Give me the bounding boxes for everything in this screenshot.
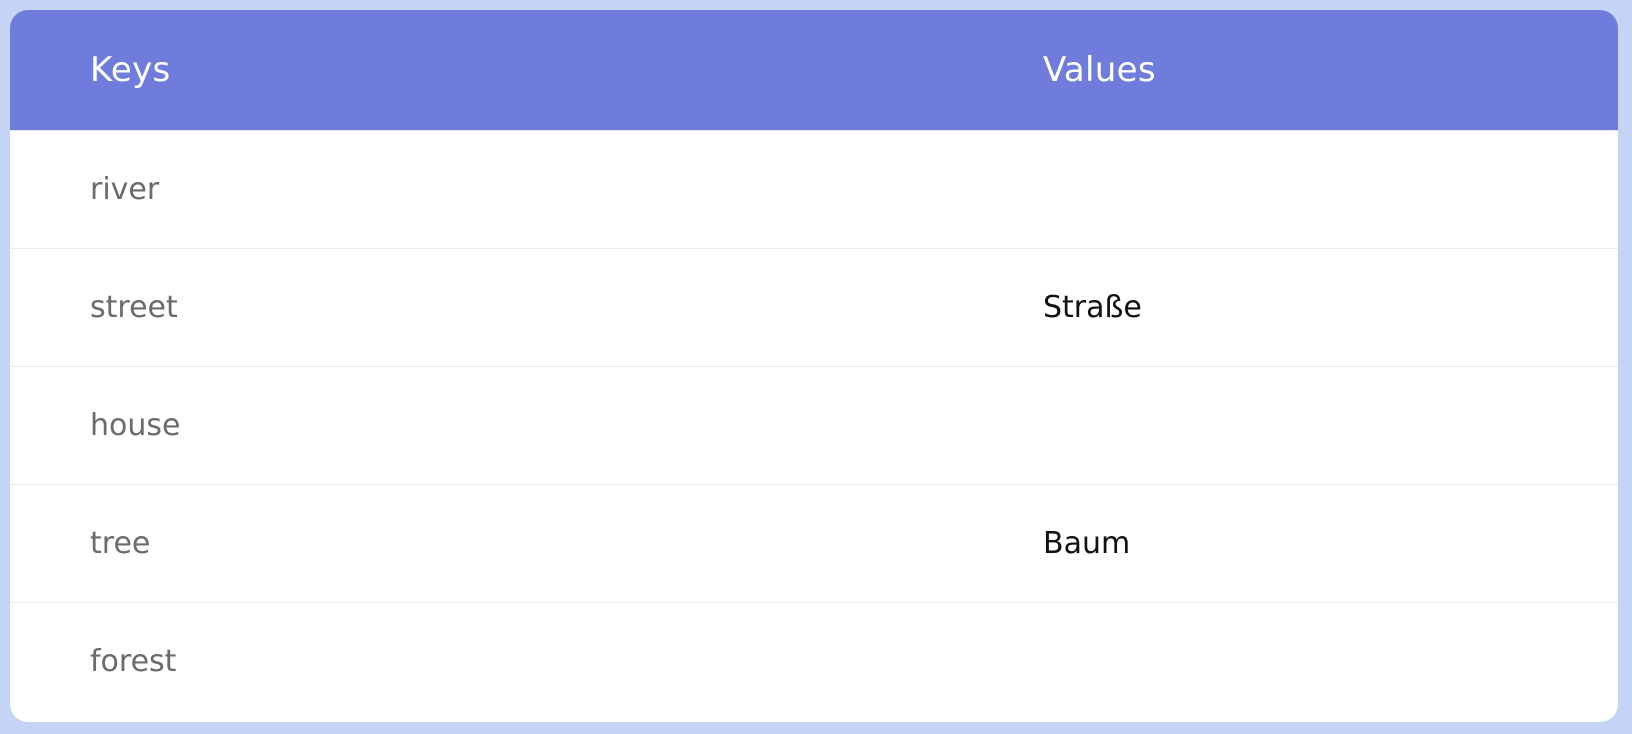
key-value-table: Keys Values river street Straße house tr… bbox=[10, 10, 1618, 722]
table-row: river bbox=[10, 130, 1618, 248]
table-body: river street Straße house tree Baum fore… bbox=[10, 130, 1618, 720]
row-key: river bbox=[90, 172, 160, 207]
row-key: forest bbox=[90, 644, 177, 679]
table-row: tree Baum bbox=[10, 484, 1618, 602]
row-value: Straße bbox=[1043, 290, 1142, 325]
header-values: Values bbox=[1043, 50, 1156, 90]
table-row: street Straße bbox=[10, 248, 1618, 366]
row-key: tree bbox=[90, 526, 151, 561]
row-key: house bbox=[90, 408, 181, 443]
table-header: Keys Values bbox=[10, 10, 1618, 130]
table-row: house bbox=[10, 366, 1618, 484]
header-keys: Keys bbox=[90, 50, 171, 90]
table-row: forest bbox=[10, 602, 1618, 720]
row-key: street bbox=[90, 290, 178, 325]
row-value: Baum bbox=[1043, 526, 1131, 561]
